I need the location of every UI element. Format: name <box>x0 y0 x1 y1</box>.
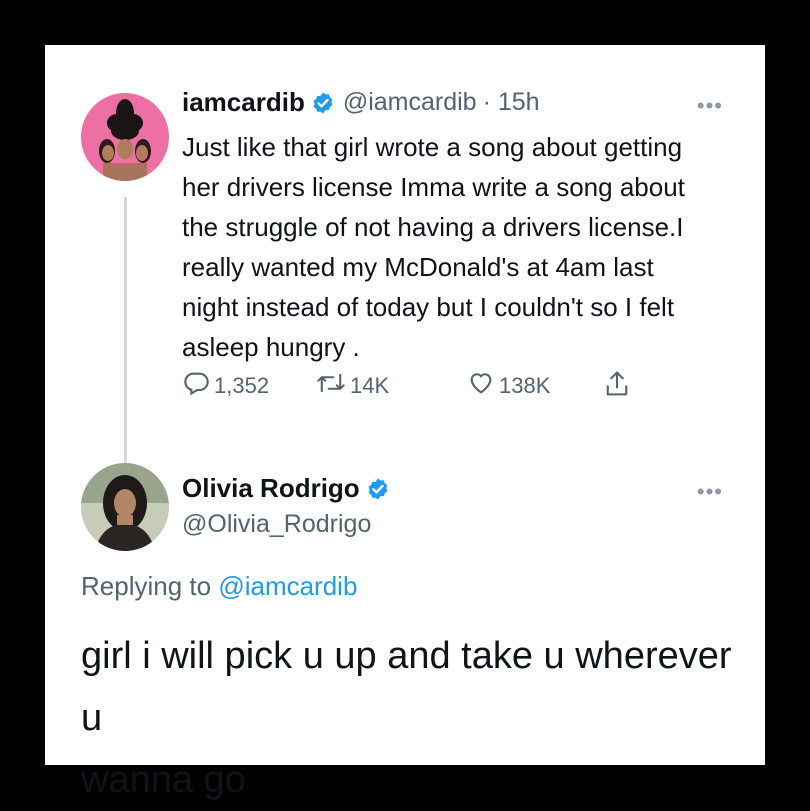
olivia-rodrigo-avatar[interactable] <box>81 463 169 551</box>
thread-connector-line <box>124 197 127 485</box>
tweet2-header: Olivia Rodrigo <box>182 473 390 504</box>
tweet1-header: iamcardib @iamcardib · 15h <box>182 87 540 118</box>
verified-badge-icon <box>311 91 335 115</box>
reply-count: 1,352 <box>214 373 270 398</box>
replying-to-handle-link[interactable]: @iamcardib <box>218 571 357 601</box>
tweet-thread-card: iamcardib @iamcardib · 15h ••• Just like… <box>45 45 765 801</box>
reply-icon <box>182 369 214 403</box>
share-icon <box>603 369 635 405</box>
heart-icon <box>467 369 499 403</box>
tweet2-display-name[interactable]: Olivia Rodrigo <box>182 473 360 504</box>
retweet-button[interactable]: 14K <box>316 369 389 403</box>
tweet1-handle[interactable]: @iamcardib <box>343 88 477 117</box>
iamcardib-avatar[interactable] <box>81 93 169 181</box>
tweet1-timestamp[interactable]: · 15h <box>483 88 540 117</box>
replying-to-line: Replying to @iamcardib <box>81 571 357 602</box>
replying-to-label: Replying to <box>81 571 212 601</box>
reply-button[interactable]: 1,352 <box>182 369 269 403</box>
like-count: 138K <box>499 373 551 398</box>
tweet2-handle[interactable]: @Olivia_Rodrigo <box>182 510 371 539</box>
tweet1-display-name[interactable]: iamcardib <box>182 87 305 118</box>
more-dots-icon[interactable]: ••• <box>697 93 723 119</box>
tweet2-text: girl i will pick u up and take u whereve… <box>81 635 732 801</box>
tweet1-actions: 1,352 14K 138K <box>182 369 662 409</box>
retweet-icon <box>316 369 350 403</box>
more-dots-icon[interactable]: ••• <box>697 479 723 505</box>
tweet1-text: Just like that girl wrote a song about g… <box>182 132 685 362</box>
share-button[interactable] <box>603 369 635 405</box>
retweet-count: 14K <box>350 373 390 398</box>
like-button[interactable]: 138K <box>467 369 550 403</box>
verified-badge-icon <box>366 477 390 501</box>
